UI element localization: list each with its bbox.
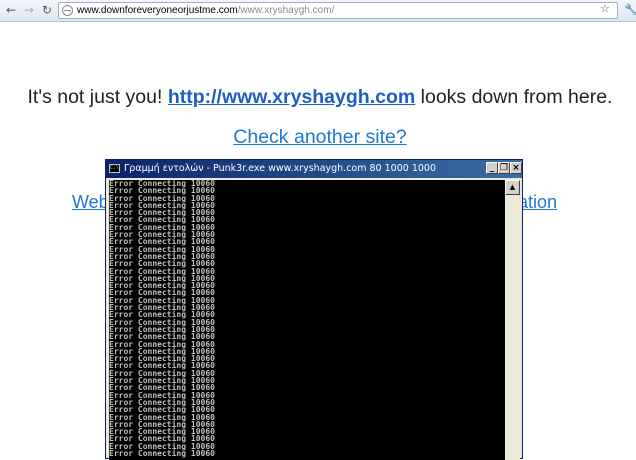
- headline-prefix: It's not just you!: [27, 86, 163, 108]
- maximize-button[interactable]: ❐: [498, 162, 510, 174]
- console-output[interactable]: Error Connecting 10060 Error Connecting 1…: [109, 180, 505, 460]
- url-host: www.downforeveryoneorjustme.com: [77, 5, 238, 16]
- back-arrow-icon[interactable]: ←: [4, 3, 18, 17]
- console-line: Error Connecting 10060: [109, 448, 215, 458]
- check-another-site-link[interactable]: Check another site?: [0, 126, 636, 149]
- headline-suffix: looks down from here.: [420, 86, 613, 108]
- url-text[interactable]: www.downforeveryoneorjustme.com/www.xrys…: [77, 4, 334, 18]
- address-bar[interactable]: www.downforeveryoneorjustme.com/www.xrys…: [58, 2, 618, 19]
- minimize-button[interactable]: _: [486, 162, 498, 174]
- forward-arrow-icon[interactable]: →: [22, 3, 36, 17]
- scrollbar[interactable]: ▲: [505, 180, 520, 460]
- close-button[interactable]: ×: [510, 162, 522, 174]
- star-icon[interactable]: ☆: [600, 2, 610, 15]
- page-icon: [62, 5, 73, 16]
- reload-icon[interactable]: ↻: [40, 3, 54, 17]
- wrench-icon[interactable]: 🔧: [624, 3, 636, 17]
- site-link[interactable]: http://www.xryshaygh.com: [168, 86, 415, 108]
- partial-link-left[interactable]: Web: [72, 192, 109, 213]
- command-prompt-window[interactable]: C:\ Γραμμή εντολών - Punk3r.exe www.xrys…: [105, 159, 523, 460]
- browser-toolbar: ← → ↻ www.downforeveryoneorjustme.com/ww…: [0, 0, 636, 22]
- console-icon: C:\: [109, 164, 120, 173]
- status-headline: It's not just you! http://www.xryshaygh.…: [0, 86, 636, 109]
- window-title: Γραμμή εντολών - Punk3r.exe www.xryshayg…: [124, 163, 436, 174]
- url-path: /www.xryshaygh.com/: [237, 5, 335, 16]
- console-line: Error Connecting 10060: [109, 441, 215, 451]
- scroll-up-arrow-icon[interactable]: ▲: [505, 180, 520, 195]
- window-titlebar[interactable]: C:\ Γραμμή εντολών - Punk3r.exe www.xrys…: [106, 160, 522, 178]
